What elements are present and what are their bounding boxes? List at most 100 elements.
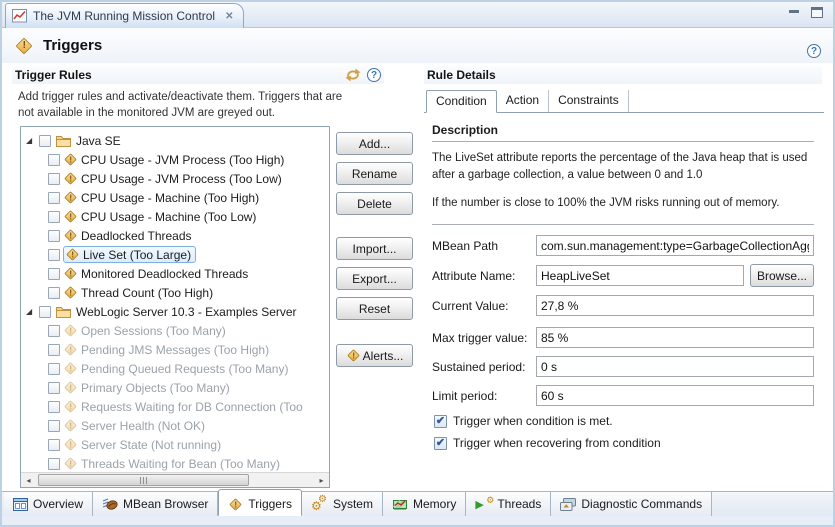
tree-item-label[interactable]: Live Set (Too Large)	[83, 248, 191, 262]
tree-item-greyed[interactable]: Threads Waiting for Bean (Too Many)	[21, 454, 329, 473]
tree-group-label[interactable]: Java SE	[76, 134, 121, 148]
checkbox[interactable]	[48, 249, 60, 261]
tree-item[interactable]: CPU Usage - JVM Process (Too Low)	[21, 169, 329, 188]
tree-item-label[interactable]: CPU Usage - Machine (Too High)	[81, 191, 259, 205]
checkbox-checked[interactable]: ✔	[434, 437, 447, 450]
tree-item-label[interactable]: CPU Usage - JVM Process (Too High)	[81, 153, 284, 167]
checkbox[interactable]	[39, 135, 51, 147]
delete-button[interactable]: Delete	[336, 192, 413, 215]
import-button[interactable]: Import...	[336, 237, 413, 260]
tree-item-greyed[interactable]: Primary Objects (Too Many)	[21, 378, 329, 397]
tab-condition[interactable]: Condition	[426, 90, 497, 113]
tree-item-label[interactable]: CPU Usage - JVM Process (Too Low)	[81, 172, 282, 186]
tree-horizontal-scrollbar[interactable]: ◂ ▸	[21, 472, 329, 487]
tree-item-label[interactable]: Primary Objects (Too Many)	[81, 381, 230, 395]
refresh-icon[interactable]	[345, 68, 361, 82]
tree-item-label[interactable]: Open Sessions (Too Many)	[81, 324, 226, 338]
expand-arrow-icon[interactable]: ◢	[26, 136, 36, 146]
tree-item-label[interactable]: Thread Count (Too High)	[81, 286, 213, 300]
tab-diagnostic-commands[interactable]: Diagnostic Commands	[551, 492, 712, 516]
mbean-path-field[interactable]	[536, 235, 814, 256]
rename-button[interactable]: Rename	[336, 162, 413, 185]
tree-item-label[interactable]: Requests Waiting for DB Connection (Too	[81, 400, 303, 414]
tab-system[interactable]: ⚙ ⚙ System	[302, 492, 383, 516]
checkbox[interactable]	[48, 420, 60, 432]
tree-item-greyed[interactable]: Open Sessions (Too Many)	[21, 321, 329, 340]
maximize-icon[interactable]	[811, 7, 823, 18]
reset-button[interactable]: Reset	[336, 297, 413, 320]
checkbox[interactable]	[48, 268, 60, 280]
checkbox[interactable]	[48, 230, 60, 242]
expand-arrow-icon[interactable]: ◢	[26, 307, 36, 317]
scrollbar-track[interactable]	[36, 473, 314, 487]
checkbox[interactable]	[48, 382, 60, 394]
browse-button[interactable]: Browse...	[750, 264, 814, 287]
max-trigger-field[interactable]	[536, 327, 814, 348]
tab-triggers[interactable]: Triggers	[218, 489, 302, 516]
limit-period-field[interactable]	[536, 385, 814, 406]
trigger-rules-help-icon[interactable]: ?	[367, 68, 381, 82]
checkbox[interactable]	[48, 154, 60, 166]
checkbox-checked[interactable]: ✔	[434, 415, 447, 428]
alerts-button[interactable]: Alerts...	[336, 344, 413, 367]
tree-item-greyed[interactable]: Requests Waiting for DB Connection (Too	[21, 397, 329, 416]
tree-item[interactable]: CPU Usage - Machine (Too High)	[21, 188, 329, 207]
checkbox[interactable]	[48, 363, 60, 375]
checkbox[interactable]	[39, 306, 51, 318]
checkbox[interactable]	[48, 211, 60, 223]
tree-item-label[interactable]: Deadlocked Threads	[81, 229, 192, 243]
tree-item-selected[interactable]: Live Set (Too Large)	[21, 245, 329, 264]
tree-item[interactable]: CPU Usage - JVM Process (Too High)	[21, 150, 329, 169]
tree-item-label[interactable]: Server Health (Not OK)	[81, 419, 205, 433]
minimize-icon[interactable]	[789, 10, 799, 13]
attribute-name-field[interactable]	[536, 265, 744, 286]
tab-mbean-browser[interactable]: MBean Browser	[93, 492, 218, 516]
tab-threads[interactable]: ▶ ⚙ Threads	[466, 492, 551, 516]
bottom-tab-bar: Overview MBean Browser Triggers ⚙ ⚙ Syst…	[2, 491, 833, 516]
selected-item-highlight[interactable]: Live Set (Too Large)	[63, 246, 196, 263]
checkbox[interactable]	[48, 173, 60, 185]
tree-item-label[interactable]: Monitored Deadlocked Threads	[81, 267, 248, 281]
checkbox[interactable]	[48, 401, 60, 413]
max-trigger-label: Max trigger value:	[432, 331, 536, 345]
tab-overview[interactable]: Overview	[4, 492, 93, 516]
scrollbar-thumb[interactable]	[38, 474, 249, 486]
checkbox[interactable]	[48, 192, 60, 204]
tree-item-label[interactable]: CPU Usage - Machine (Too Low)	[81, 210, 256, 224]
warning-icon	[64, 191, 77, 204]
close-icon[interactable]: ✕	[225, 11, 233, 22]
scroll-right-button[interactable]: ▸	[314, 473, 329, 487]
scroll-left-button[interactable]: ◂	[21, 473, 36, 487]
checkbox[interactable]	[48, 344, 60, 356]
tree-item-greyed[interactable]: Pending Queued Requests (Too Many)	[21, 359, 329, 378]
tree-item-greyed[interactable]: Server State (Not running)	[21, 435, 329, 454]
tab-memory[interactable]: Memory	[383, 492, 466, 516]
add-button[interactable]: Add...	[336, 132, 413, 155]
tree-item-greyed[interactable]: Server Health (Not OK)	[21, 416, 329, 435]
checkbox[interactable]	[48, 458, 60, 470]
diagnostic-commands-icon	[560, 498, 576, 511]
editor-tab-jvm-running[interactable]: The JVM Running Mission Control ✕	[5, 3, 244, 28]
tree-item[interactable]: Thread Count (Too High)	[21, 283, 329, 302]
tree-group-label[interactable]: WebLogic Server 10.3 - Examples Server	[76, 305, 297, 319]
tree-item-label[interactable]: Threads Waiting for Bean (Too Many)	[81, 457, 280, 471]
tree-group-java-se[interactable]: ◢ Java SE	[21, 131, 329, 150]
checkbox[interactable]	[48, 325, 60, 337]
tree-item-greyed[interactable]: Pending JMS Messages (Too High)	[21, 340, 329, 359]
tree-item-label[interactable]: Server State (Not running)	[81, 438, 221, 452]
tab-action[interactable]: Action	[497, 90, 549, 112]
tree-item[interactable]: CPU Usage - Machine (Too Low)	[21, 207, 329, 226]
tree-item[interactable]: Deadlocked Threads	[21, 226, 329, 245]
checkbox[interactable]	[48, 287, 60, 299]
checkbox[interactable]	[48, 439, 60, 451]
tree-item-label[interactable]: Pending JMS Messages (Too High)	[81, 343, 269, 357]
tab-constraints[interactable]: Constraints	[549, 90, 629, 112]
tree-item-label[interactable]: Pending Queued Requests (Too Many)	[81, 362, 288, 376]
current-value-field[interactable]	[536, 295, 814, 316]
help-icon[interactable]: ?	[807, 44, 821, 58]
warning-icon	[16, 37, 33, 54]
sustained-period-field[interactable]	[536, 356, 814, 377]
export-button[interactable]: Export...	[336, 267, 413, 290]
tree-item[interactable]: Monitored Deadlocked Threads	[21, 264, 329, 283]
tree-group-weblogic[interactable]: ◢ WebLogic Server 10.3 - Examples Server	[21, 302, 329, 321]
